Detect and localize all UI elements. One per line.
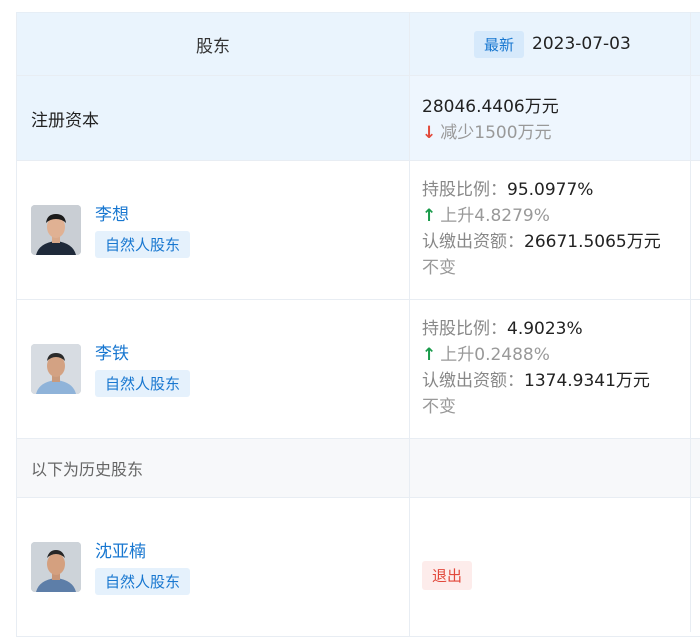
holding-ratio-label: 持股比例： [422,180,507,200]
table-header-row: 股东 最新 2023-07-03 [16,13,700,76]
historical-shareholder-row: 沈亚楠 自然人股东 退出 [16,498,700,637]
registered-capital-label: 注册资本 [16,76,410,160]
shareholder-name-link[interactable]: 李铁 [95,342,190,366]
arrow-up-icon: ↑ [422,345,437,365]
subscribed-capital-value: 26671.5065万元 [524,232,661,252]
shareholder-row: 李想 自然人股东 持股比例：95.0977% ↑ 上升4.8279% 认缴出资额：… [16,161,700,300]
holding-ratio-change: ↑ 上升0.2488% [422,342,700,368]
registered-capital-row: 注册资本 28046.4406万元 ↓ 减少1500万元 [16,76,700,161]
registered-capital-change-text: 减少1500万元 [440,123,552,143]
history-divider-row: 以下为历史股东 [16,439,700,498]
column-divider [690,12,691,632]
latest-badge: 最新 [474,30,525,58]
shareholder-detail-cell: 持股比例：95.0977% ↑ 上升4.8279% 认缴出资额：26671.506… [410,161,700,299]
holding-ratio-value: 95.0977% [507,180,594,200]
shareholder-info-cell: 沈亚楠 自然人股东 [16,498,410,636]
holding-ratio-label: 持股比例： [422,319,507,339]
avatar[interactable] [31,205,81,255]
exit-status-cell: 退出 [410,498,700,636]
holding-ratio-value: 4.9023% [507,319,583,339]
shareholder-column-header: 股东 [16,13,410,75]
date-column-header: 最新 2023-07-03 [410,13,700,75]
arrow-up-icon: ↑ [422,206,437,226]
shareholder-detail-cell: 持股比例：4.9023% ↑ 上升0.2488% 认缴出资额：1374.9341万… [410,300,700,438]
arrow-down-icon: ↓ [422,123,437,143]
shareholder-type-tag: 自然人股东 [95,567,191,595]
shareholder-identity: 沈亚楠 自然人股东 [95,540,191,595]
registered-capital-change: ↓ 减少1500万元 [422,120,700,146]
subscribed-capital-change: 不变 [422,397,456,417]
subscribed-capital-line: 认缴出资额：1374.9341万元 [422,368,700,394]
registered-capital-cell: 28046.4406万元 ↓ 减少1500万元 [410,76,700,160]
shareholder-change-panel: 股东 最新 2023-07-03 注册资本 28046.4406万元 ↓ 减少15… [0,0,700,641]
registered-capital-value: 28046.4406万元 [422,97,559,117]
subscribed-capital-change: 不变 [422,258,456,278]
holding-ratio-line: 持股比例：95.0977% [422,177,700,203]
holding-ratio-change: ↑ 上升4.8279% [422,203,700,229]
shareholder-name-link[interactable]: 李想 [95,203,190,227]
holding-ratio-change-text: 上升0.2488% [440,345,550,365]
shareholder-info-cell: 李想 自然人股东 [16,161,410,299]
holding-ratio-change-text: 上升4.8279% [440,206,550,226]
subscribed-capital-value: 1374.9341万元 [524,371,650,391]
avatar[interactable] [31,344,81,394]
subscribed-capital-line: 认缴出资额：26671.5065万元 [422,229,700,255]
holding-ratio-line: 持股比例：4.9023% [422,316,700,342]
snapshot-date: 2023-07-03 [532,34,631,54]
shareholder-name-link[interactable]: 沈亚楠 [95,540,190,564]
avatar[interactable] [31,542,81,592]
shareholder-table: 股东 最新 2023-07-03 注册资本 28046.4406万元 ↓ 减少15… [16,12,700,637]
shareholder-identity: 李铁 自然人股东 [95,342,191,397]
shareholder-info-cell: 李铁 自然人股东 [16,300,410,438]
shareholder-type-tag: 自然人股东 [95,230,191,258]
subscribed-capital-label: 认缴出资额： [422,232,524,252]
history-blank-cell [410,439,700,497]
shareholder-type-tag: 自然人股东 [95,369,191,397]
shareholder-identity: 李想 自然人股东 [95,203,191,258]
history-label: 以下为历史股东 [16,439,410,497]
shareholder-row: 李铁 自然人股东 持股比例：4.9023% ↑ 上升0.2488% 认缴出资额：1… [16,300,700,439]
subscribed-capital-label: 认缴出资额： [422,371,524,391]
exit-status-badge: 退出 [422,560,473,590]
